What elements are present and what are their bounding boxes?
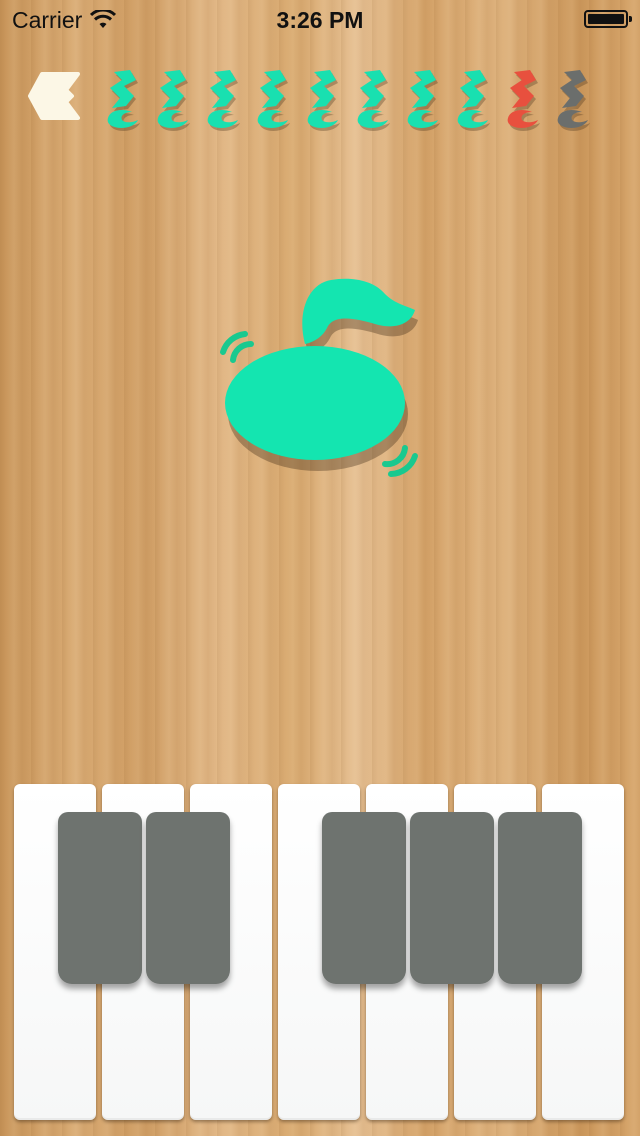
progress-note-icon xyxy=(350,68,396,134)
black-key[interactable] xyxy=(410,812,494,984)
back-button[interactable] xyxy=(28,70,80,122)
progress-note-icon xyxy=(400,68,446,134)
black-key[interactable] xyxy=(146,812,230,984)
progress-note-icon xyxy=(450,68,496,134)
progress-note-icon xyxy=(100,68,146,134)
progress-note-icon xyxy=(500,68,546,134)
piano-keyboard xyxy=(14,784,626,1122)
black-key[interactable] xyxy=(498,812,582,984)
black-key[interactable] xyxy=(322,812,406,984)
back-arrow-icon xyxy=(28,72,80,120)
progress-note-icon xyxy=(250,68,296,134)
battery-icon xyxy=(584,10,632,28)
progress-note-icon xyxy=(550,68,596,134)
progress-note-icon xyxy=(300,68,346,134)
status-bar: Carrier 3:26 PM xyxy=(0,0,640,40)
progress-note-icon xyxy=(150,68,196,134)
black-key[interactable] xyxy=(58,812,142,984)
target-note-icon[interactable] xyxy=(215,278,430,488)
progress-note-icon xyxy=(200,68,246,134)
status-time: 3:26 PM xyxy=(276,7,364,33)
